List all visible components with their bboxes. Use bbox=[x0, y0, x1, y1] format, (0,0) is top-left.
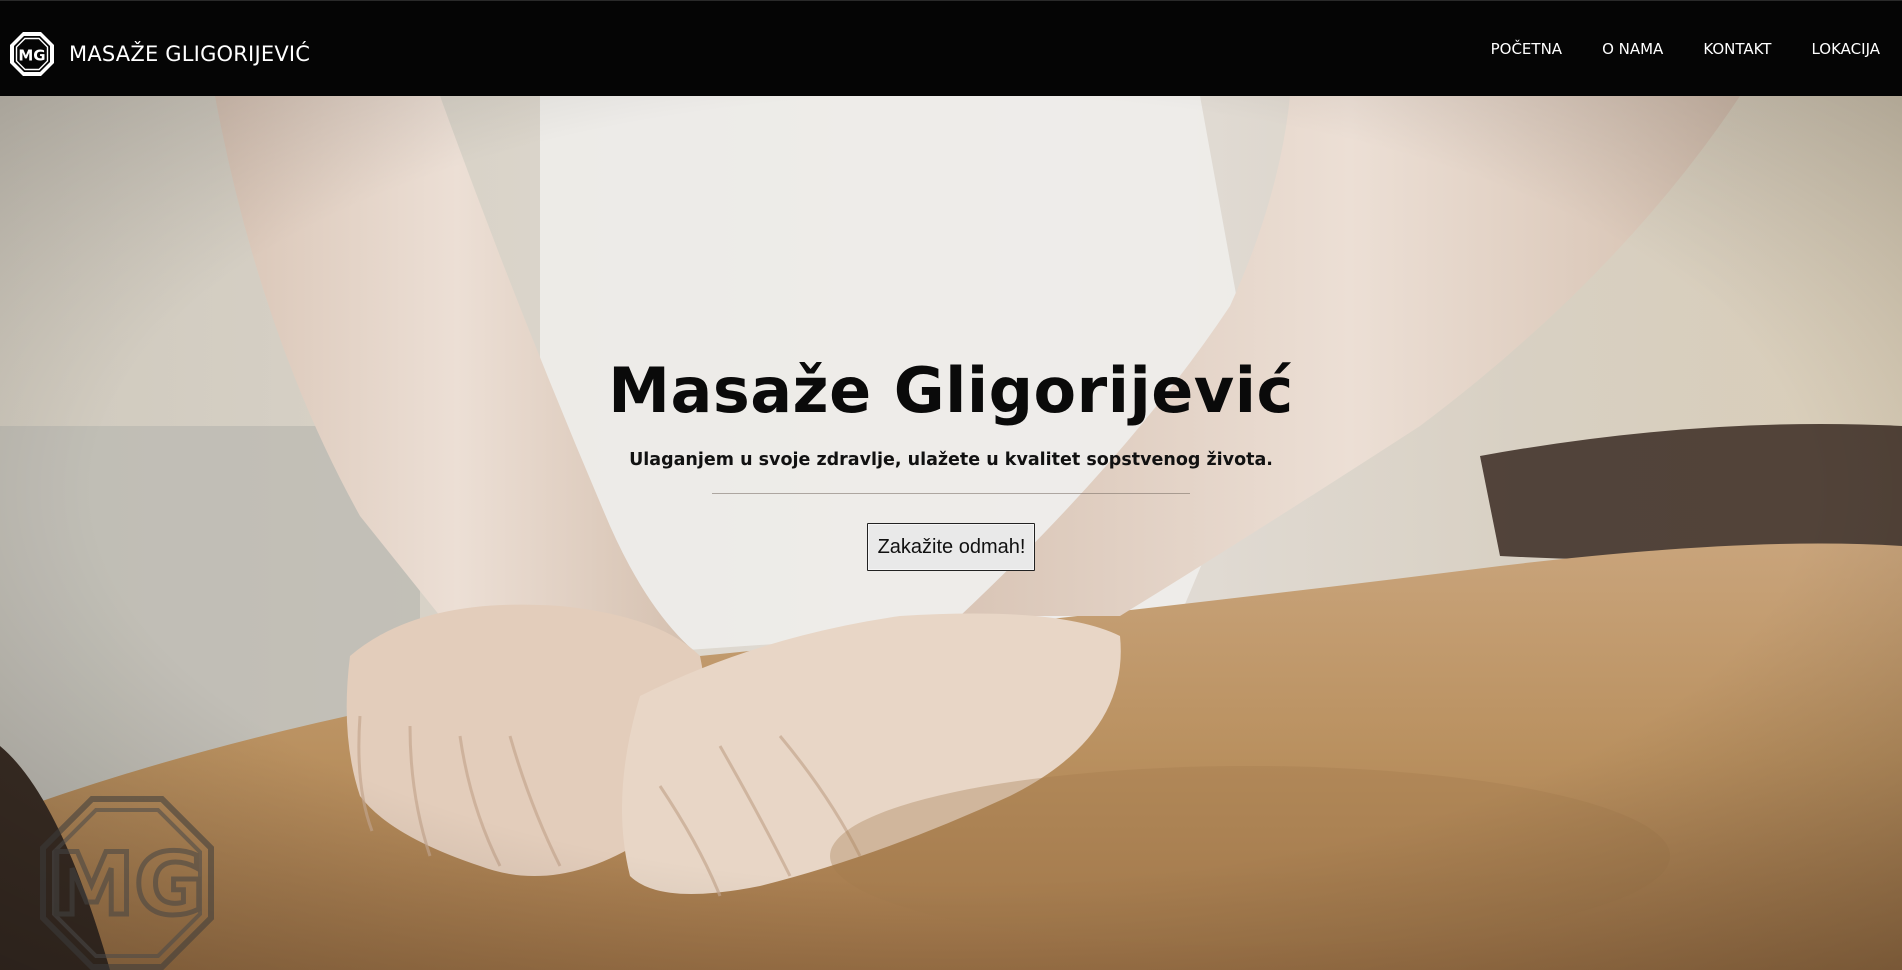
hero-section: Masaže Gligorijević Ulaganjem u svoje zd… bbox=[0, 96, 1902, 970]
navbar: MG MASAŽE GLIGORIJEVIĆ POČETNA O NAMA KO… bbox=[0, 0, 1902, 96]
svg-text:MG: MG bbox=[49, 835, 205, 935]
nav-link-pocetna[interactable]: POČETNA bbox=[1491, 40, 1562, 58]
page: MG MASAŽE GLIGORIJEVIĆ POČETNA O NAMA KO… bbox=[0, 0, 1902, 970]
hero-title: Masaže Gligorijević bbox=[608, 354, 1294, 427]
nav-link-kontakt[interactable]: KONTAKT bbox=[1703, 40, 1771, 58]
nav-link-o-nama[interactable]: O NAMA bbox=[1602, 40, 1663, 58]
hero-subtitle: Ulaganjem u svoje zdravlje, ulažete u kv… bbox=[629, 450, 1273, 470]
hero-divider bbox=[712, 493, 1190, 494]
brand-link[interactable]: MG MASAŽE GLIGORIJEVIĆ bbox=[9, 31, 310, 77]
book-now-button[interactable]: Zakažite odmah! bbox=[866, 523, 1036, 571]
mg-watermark-icon: MG bbox=[40, 796, 214, 970]
svg-text:MG: MG bbox=[18, 47, 45, 65]
mg-logo-icon: MG bbox=[10, 32, 54, 76]
nav-link-lokacija[interactable]: LOKACIJA bbox=[1811, 40, 1880, 58]
hero-content: Masaže Gligorijević Ulaganjem u svoje zd… bbox=[0, 351, 1902, 571]
main-nav: POČETNA O NAMA KONTAKT LOKACIJA bbox=[1451, 40, 1880, 58]
brand-name: MASAŽE GLIGORIJEVIĆ bbox=[69, 42, 311, 66]
